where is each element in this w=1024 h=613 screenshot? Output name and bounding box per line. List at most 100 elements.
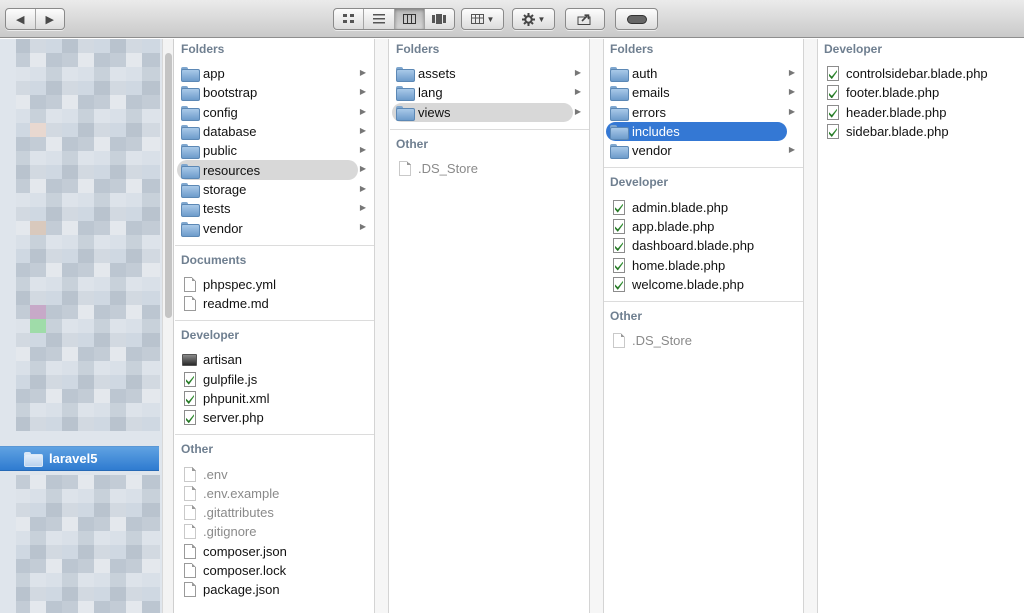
file-item[interactable]: footer.blade.php: [818, 83, 1024, 102]
folder-item[interactable]: tests ▶: [175, 199, 374, 218]
blurred-sidebar-row: [0, 559, 160, 573]
group-divider: [175, 434, 374, 436]
blurred-sidebar-row: [0, 375, 160, 389]
folder-icon: [396, 105, 415, 121]
back-button[interactable]: ◀: [6, 9, 36, 29]
file-item[interactable]: welcome.blade.php: [604, 275, 803, 294]
group-documents: Documents phpspec.yml readme.md: [175, 244, 374, 318]
folder-item[interactable]: emails ▶: [604, 83, 803, 102]
blurred-sidebar-row: [0, 587, 160, 601]
disclosure-arrow-icon: ▶: [788, 145, 795, 155]
column-view-button[interactable]: [394, 9, 425, 29]
file-item[interactable]: controlsidebar.blade.php: [818, 64, 1024, 83]
coverflow-view-button[interactable]: [425, 9, 454, 29]
file-item[interactable]: .DS_Store: [390, 159, 589, 178]
file-item[interactable]: gulpfile.js: [175, 370, 374, 389]
column-resizer[interactable]: [375, 39, 389, 613]
folder-icon: [396, 86, 415, 102]
toolbar-toggle-button[interactable]: [615, 8, 658, 30]
folder-item[interactable]: views ▶: [390, 102, 589, 123]
folder-item[interactable]: resources ▶: [175, 160, 374, 181]
folder-icon: [610, 67, 629, 83]
disclosure-arrow-icon: ▶: [359, 145, 366, 155]
file-item[interactable]: .gitignore: [175, 522, 374, 541]
document-icon: [184, 543, 196, 559]
file-item[interactable]: app.blade.php: [604, 217, 803, 236]
share-icon: [577, 14, 591, 25]
sidebar-scrollbar[interactable]: [162, 39, 174, 613]
share-button-face: [566, 9, 604, 29]
folder-item[interactable]: includes ▶: [604, 121, 803, 142]
file-item[interactable]: .DS_Store: [604, 331, 803, 350]
group-divider: [604, 167, 803, 169]
item-label: vendor: [632, 143, 672, 159]
disclosure-arrow-icon: ▶: [359, 106, 366, 116]
file-item[interactable]: phpspec.yml: [175, 275, 374, 294]
group-other: Other .DS_Store: [390, 128, 589, 182]
file-item[interactable]: dashboard.blade.php: [604, 236, 803, 255]
blurred-sidebar-row: [0, 53, 160, 67]
file-item[interactable]: home.blade.php: [604, 255, 803, 274]
column-resizer[interactable]: [804, 39, 818, 613]
icon-view-button[interactable]: [334, 9, 365, 29]
item-label: app.blade.php: [632, 218, 715, 234]
item-label: .gitignore: [203, 524, 257, 540]
sidebar-scrollbar-thumb[interactable]: [165, 53, 172, 318]
folder-item[interactable]: config ▶: [175, 103, 374, 122]
folder-icon: [610, 86, 629, 102]
blurred-sidebar-row: [0, 263, 160, 277]
forward-arrow-icon: ▶: [45, 13, 54, 26]
folder-icon: [610, 125, 629, 141]
share-button[interactable]: [565, 8, 605, 30]
browser-column-3: Folders auth ▶ emails ▶ errors ▶ includes ▶ vendo…: [604, 39, 804, 613]
file-item[interactable]: composer.json: [175, 542, 374, 561]
document-icon: [184, 485, 196, 501]
folder-item[interactable]: lang ▶: [390, 83, 589, 102]
folder-item[interactable]: database ▶: [175, 122, 374, 141]
folder-icon: [181, 163, 200, 179]
folder-item[interactable]: app ▶: [175, 64, 374, 83]
script-file-icon: [184, 371, 196, 387]
file-item[interactable]: readme.md: [175, 294, 374, 313]
list-view-button[interactable]: [364, 9, 395, 29]
item-label: gulpfile.js: [203, 371, 258, 387]
file-item[interactable]: phpunit.xml: [175, 389, 374, 408]
sidebar-item-laravel5[interactable]: laravel5: [0, 446, 159, 471]
back-arrow-icon: ◀: [16, 13, 25, 26]
document-icon: [184, 276, 196, 292]
file-item[interactable]: admin.blade.php: [604, 197, 803, 216]
file-item[interactable]: sidebar.blade.php: [818, 122, 1024, 141]
file-item[interactable]: .env: [175, 464, 374, 483]
file-item[interactable]: header.blade.php: [818, 103, 1024, 122]
column-resizer[interactable]: [590, 39, 604, 613]
action-menu-button[interactable]: ▼: [512, 8, 555, 30]
forward-button[interactable]: ▶: [36, 9, 65, 29]
blurred-sidebar-row: [0, 305, 160, 319]
document-icon: [399, 161, 411, 177]
folder-item[interactable]: public ▶: [175, 141, 374, 160]
folder-icon: [181, 144, 200, 160]
blurred-sidebar-row: [0, 151, 160, 165]
folder-item[interactable]: assets ▶: [390, 64, 589, 83]
folder-item[interactable]: auth ▶: [604, 64, 803, 83]
file-item[interactable]: package.json: [175, 580, 374, 599]
file-item[interactable]: server.php: [175, 408, 374, 427]
document-icon: [184, 466, 196, 482]
file-item[interactable]: .gitattributes: [175, 503, 374, 522]
icon-view-icon: [342, 14, 354, 23]
blurred-sidebar-row: [0, 137, 160, 151]
file-item[interactable]: artisan: [175, 350, 374, 369]
folder-item[interactable]: errors ▶: [604, 103, 803, 122]
arrange-menu-button[interactable]: ▼: [461, 8, 504, 30]
file-item[interactable]: .env.example: [175, 484, 374, 503]
disclosure-arrow-icon: ▶: [574, 106, 581, 116]
folder-item[interactable]: bootstrap ▶: [175, 83, 374, 102]
folder-item[interactable]: vendor ▶: [175, 218, 374, 237]
item-label: storage: [203, 181, 247, 197]
item-label: app: [203, 66, 225, 82]
blurred-sidebar-row: [0, 207, 160, 221]
group-header: Developer: [610, 175, 669, 190]
file-item[interactable]: composer.lock: [175, 561, 374, 580]
folder-item[interactable]: storage ▶: [175, 180, 374, 199]
folder-item[interactable]: vendor ▶: [604, 141, 803, 160]
